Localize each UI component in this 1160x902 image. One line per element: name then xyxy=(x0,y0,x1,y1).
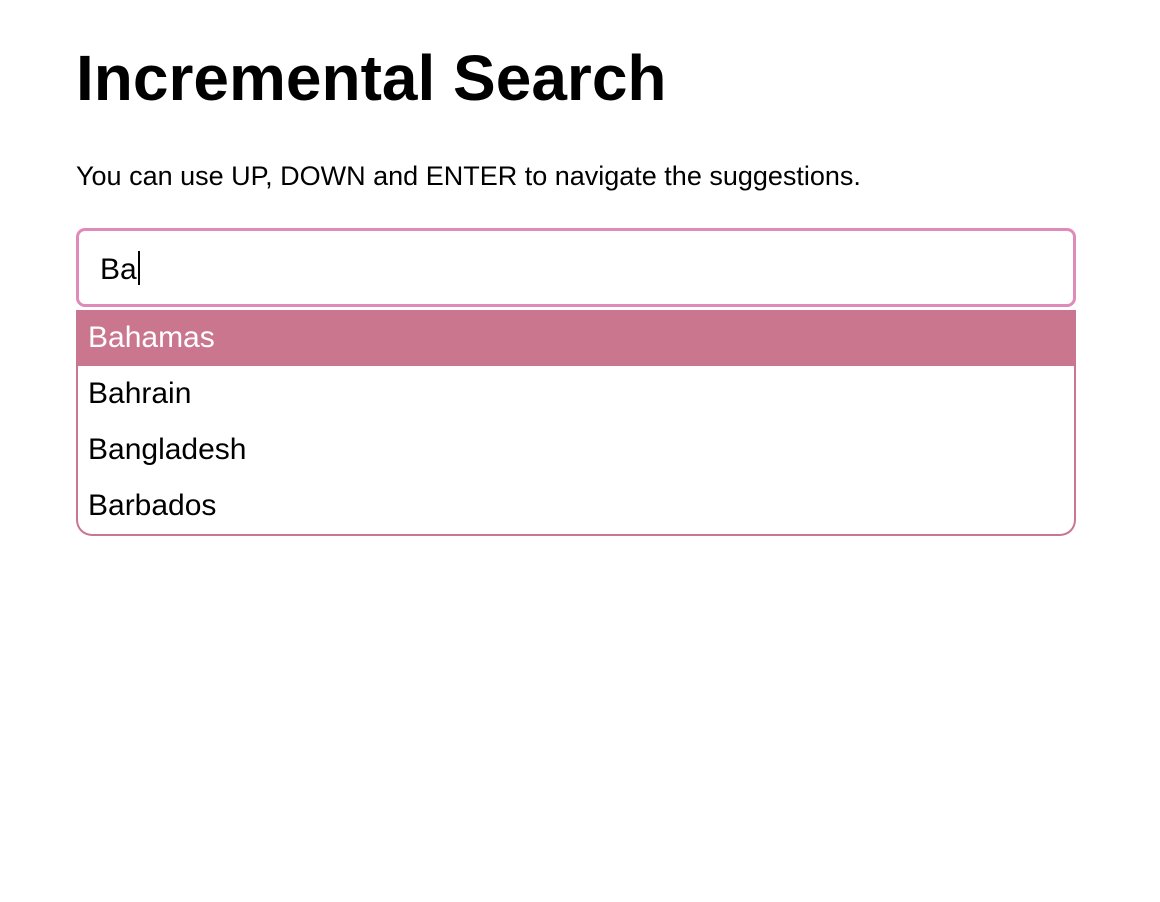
suggestions-list: Bahamas Bahrain Bangladesh Barbados xyxy=(76,310,1076,536)
suggestion-item-bangladesh[interactable]: Bangladesh xyxy=(78,422,1074,478)
text-caret xyxy=(137,251,140,285)
search-input-text: Ba xyxy=(100,253,137,286)
suggestion-item-barbados[interactable]: Barbados xyxy=(78,478,1074,534)
suggestion-item-bahrain[interactable]: Bahrain xyxy=(78,366,1074,422)
page-container: Incremental Search You can use UP, DOWN … xyxy=(76,0,1076,536)
page-title: Incremental Search xyxy=(76,42,667,114)
suggestion-item-bahamas[interactable]: Bahamas xyxy=(78,310,1074,366)
search-input[interactable]: Ba xyxy=(76,228,1076,307)
search-widget: Ba Bahamas Bahrain Bangladesh Barbados xyxy=(76,228,1076,536)
instructions-text: You can use UP, DOWN and ENTER to naviga… xyxy=(76,161,861,191)
search-input-value: Ba xyxy=(100,251,140,289)
